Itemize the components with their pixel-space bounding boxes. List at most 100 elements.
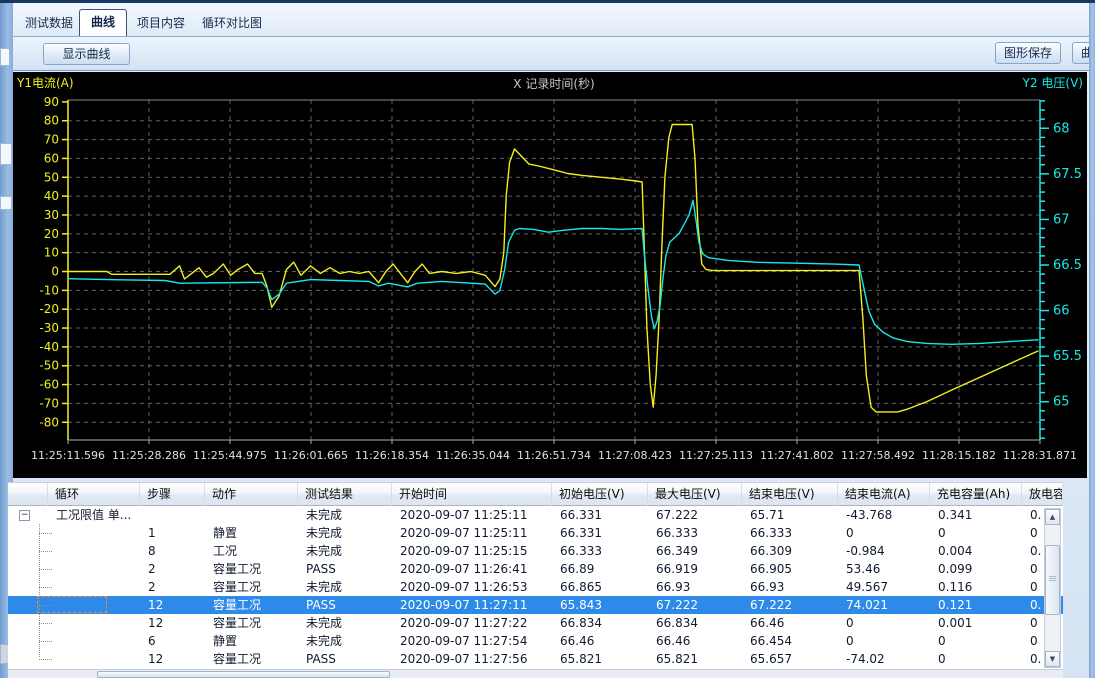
tree-trunk-line (39, 524, 40, 657)
y1-tick-label: 40 (44, 189, 59, 203)
current-curve (68, 125, 1039, 412)
cell-initial-voltage: 66.89 (552, 560, 648, 578)
cell-max-voltage: 66.834 (648, 614, 742, 632)
table-row[interactable]: 12容量工况PASS2020-09-07 11:27:5665.82165.82… (8, 650, 1063, 668)
cell-initial-voltage: 66.333 (552, 542, 648, 560)
table-row[interactable]: 12容量工况PASS2020-09-07 11:27:1165.84367.22… (8, 596, 1063, 614)
cell-end-current: 0 (838, 524, 930, 542)
x-tick-label: 11:28:15.182 (922, 449, 996, 462)
tab-curve[interactable]: 曲线 (79, 9, 127, 36)
y1-tick-label: 50 (44, 170, 59, 184)
tree-cell (8, 578, 48, 596)
show-curve-button[interactable]: 显示曲线 (43, 43, 130, 65)
col-header-max-voltage[interactable]: 最大电压(V) (648, 483, 742, 507)
scroll-up-icon[interactable]: ▲ (1045, 509, 1060, 525)
cell-cycle (48, 524, 140, 542)
table-body: −工况限值 单...未完成2020-09-07 11:25:1166.33167… (8, 506, 1063, 668)
cell-end-voltage: 65.657 (742, 650, 838, 668)
scroll-down-icon[interactable]: ▼ (1045, 651, 1060, 667)
cell-end-current: 53.46 (838, 560, 930, 578)
tree-expander-icon[interactable]: − (19, 510, 30, 521)
table-row[interactable]: 2容量工况未完成2020-09-07 11:26:5366.86566.9366… (8, 578, 1063, 596)
cell-result: PASS (298, 560, 392, 578)
cell-max-voltage: 66.919 (648, 560, 742, 578)
x-tick-label: 11:27:25.113 (679, 449, 753, 462)
graph-save-button[interactable]: 图形保存 (995, 42, 1061, 64)
table-row[interactable]: 2容量工况PASS2020-09-07 11:26:4166.8966.9196… (8, 560, 1063, 578)
horizontal-scrollbar-thumb[interactable] (97, 671, 390, 678)
cell-end-voltage: 66.309 (742, 542, 838, 560)
tree-cell (8, 542, 48, 560)
horizontal-scrollbar[interactable] (8, 669, 1063, 678)
col-header-end-current[interactable]: 结束电流(A) (838, 483, 930, 507)
tree-cell (8, 650, 48, 668)
col-header-start-time[interactable]: 开始时间 (392, 483, 552, 507)
y1-tick-label: -60 (39, 378, 59, 392)
col-header-charge-capacity[interactable]: 充电容量(Ah) (930, 483, 1022, 507)
vertical-scrollbar[interactable]: ▲ ▼ (1044, 508, 1061, 668)
cell-start-time: 2020-09-07 11:27:11 (392, 596, 552, 614)
tree-cell: − (8, 506, 48, 524)
vertical-scrollbar-thumb[interactable] (1045, 545, 1060, 615)
cell-action (205, 506, 298, 524)
tab-test-data[interactable]: 测试数据 (18, 10, 80, 36)
tree-branch-line (39, 569, 48, 570)
selection-focus-rect (37, 596, 107, 613)
cell-step: 8 (140, 542, 205, 560)
tab-project-content[interactable]: 项目内容 (130, 10, 192, 36)
cell-result: 未完成 (298, 614, 392, 632)
col-header-result[interactable]: 测试结果 (298, 483, 392, 507)
cell-max-voltage: 66.93 (648, 578, 742, 596)
cell-max-voltage: 66.46 (648, 632, 742, 650)
cell-end-current: -43.768 (838, 506, 930, 524)
table-row[interactable]: 12容量工况未完成2020-09-07 11:27:2266.83466.834… (8, 614, 1063, 632)
cell-end-current: 49.567 (838, 578, 930, 596)
cell-cycle (48, 632, 140, 650)
cell-initial-voltage: 66.46 (552, 632, 648, 650)
y1-tick-label: -10 (39, 283, 59, 297)
table-row[interactable]: 8工况未完成2020-09-07 11:25:1566.33366.34966.… (8, 542, 1063, 560)
y1-tick-label: 80 (44, 114, 59, 128)
col-header-step[interactable]: 步骤 (140, 483, 205, 507)
y1-tick-label: -20 (39, 302, 59, 316)
x-tick-label: 11:26:18.354 (355, 449, 429, 462)
x-tick-label: 11:26:35.044 (436, 449, 510, 462)
tab-cycle-compare[interactable]: 循环对比图 (193, 10, 271, 36)
cell-end-voltage: 66.905 (742, 560, 838, 578)
cell-charge-capacity: 0 (930, 650, 1022, 668)
col-header-cycle[interactable]: 循环 (48, 483, 140, 507)
cell-initial-voltage: 66.331 (552, 506, 648, 524)
cell-charge-capacity: 0.004 (930, 542, 1022, 560)
y2-tick-label: 67 (1053, 212, 1070, 227)
cell-charge-capacity: 0.341 (930, 506, 1022, 524)
cell-initial-voltage: 66.331 (552, 524, 648, 542)
col-header-action[interactable]: 动作 (205, 483, 298, 507)
col-header-discharge-capacity[interactable]: 放电容 (1022, 483, 1063, 507)
cell-start-time: 2020-09-07 11:27:56 (392, 650, 552, 668)
x-tick-label: 11:28:31.871 (1003, 449, 1077, 462)
col-header-end-voltage[interactable]: 结束电压(V) (742, 483, 838, 507)
chart-panel: 9080706050403020100-10-20-30-40-50-60-70… (13, 72, 1087, 478)
table-row[interactable]: −工况限值 单...未完成2020-09-07 11:25:1166.33167… (8, 506, 1063, 524)
col-header-initial-voltage[interactable]: 初始电压(V) (552, 483, 648, 507)
cell-start-time: 2020-09-07 11:25:11 (392, 524, 552, 542)
cell-end-voltage: 67.222 (742, 596, 838, 614)
cell-step: 2 (140, 578, 205, 596)
y2-tick-label: 68 (1053, 121, 1070, 136)
cell-start-time: 2020-09-07 11:27:22 (392, 614, 552, 632)
table-header: 循环 步骤 动作 测试结果 开始时间 初始电压(V) 最大电压(V) 结束电压(… (8, 482, 1063, 506)
cell-action: 静置 (205, 524, 298, 542)
y2-tick-label: 65 (1053, 395, 1070, 410)
cell-action: 容量工况 (205, 614, 298, 632)
cell-charge-capacity: 0 (930, 632, 1022, 650)
tree-branch-line (39, 623, 48, 624)
table-row[interactable]: 6静置未完成2020-09-07 11:27:5466.4666.4666.45… (8, 632, 1063, 650)
x-tick-label: 11:27:08.423 (598, 449, 672, 462)
table-row[interactable]: 1静置未完成2020-09-07 11:25:1166.33166.33366.… (8, 524, 1063, 542)
cell-step: 1 (140, 524, 205, 542)
y1-tick-label: 0 (51, 265, 59, 279)
tree-cell (8, 560, 48, 578)
cell-action: 容量工况 (205, 596, 298, 614)
cell-result: 未完成 (298, 542, 392, 560)
y1-tick-label: -50 (39, 359, 59, 373)
